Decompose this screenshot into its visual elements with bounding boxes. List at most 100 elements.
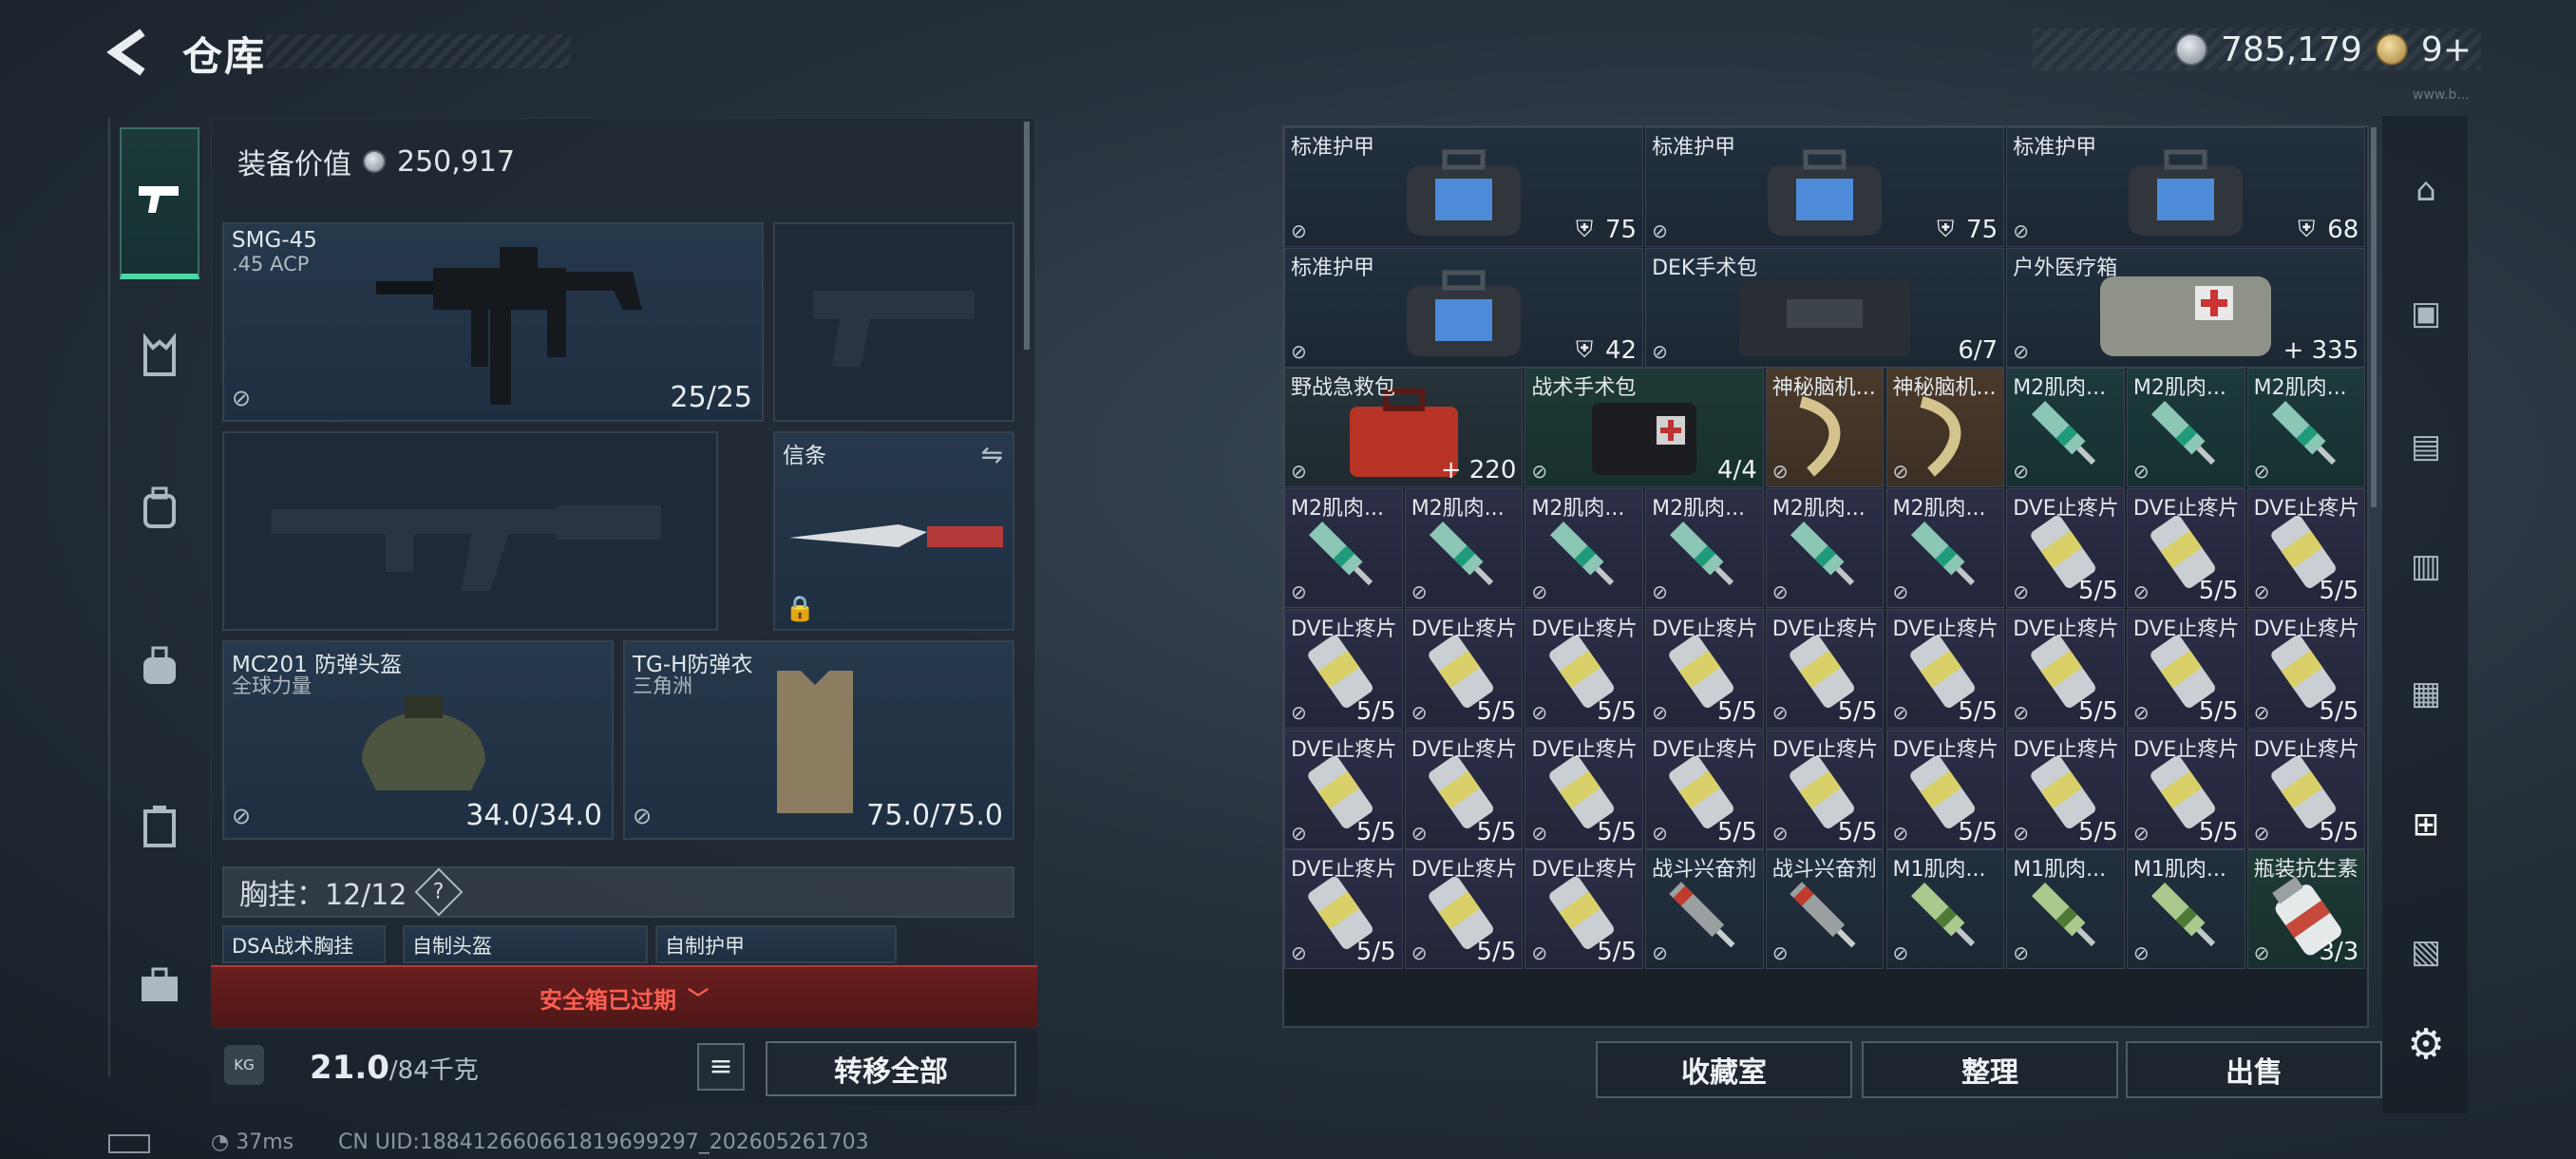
list-view-button[interactable]: ≡ (697, 1043, 745, 1091)
safebox-expired-banner[interactable]: 安全箱已过期 ﹀ (211, 965, 1037, 1028)
stash-tab-all-icon[interactable]: ⌂ (2397, 162, 2454, 218)
transfer-all-button[interactable]: 转移全部 (766, 1041, 1016, 1096)
stash-item[interactable]: DVE止疼片 ⊘ 5/5 (1404, 849, 1524, 970)
stash-item[interactable]: 标准护甲 ⊘ 68 ⛨ (2006, 127, 2366, 247)
item-name: 标准护甲 (1291, 256, 1375, 280)
collection-room-button[interactable]: 收藏室 (1596, 1041, 1852, 1098)
case-icon[interactable] (129, 802, 190, 863)
ticket-count[interactable]: 9+ (2421, 30, 2472, 69)
stash-item[interactable]: DVE止疼片 ⊘ 5/5 (2006, 729, 2125, 849)
organize-button[interactable]: 整理 (1862, 1041, 2118, 1098)
stash-item[interactable]: M1肌肉... ⊘ (2126, 849, 2245, 970)
bag-icon[interactable] (129, 642, 190, 703)
stash-item[interactable]: DVE止疼片 ⊘ 5/5 (2126, 488, 2245, 609)
sidearm-slot[interactable] (773, 222, 1014, 422)
stash-item[interactable]: M2肌肉... ⊘ (1645, 488, 1764, 609)
stash-item[interactable]: DVE止疼片 ⊘ 5/5 (1525, 729, 1644, 849)
sell-button[interactable]: 出售 (2126, 1041, 2382, 1098)
stash-item[interactable]: DVE止疼片 ⊘ 5/5 (2126, 608, 2245, 729)
unlocked-icon: ⊘ (1652, 339, 1668, 363)
stash-item[interactable]: DVE止疼片 ⊘ 5/5 (1404, 729, 1524, 849)
stash-tab-locked-icon[interactable]: ▧ (2397, 923, 2454, 980)
stash-item[interactable]: 标准护甲 ⊘ 75 ⛨ (1284, 127, 1644, 247)
stash-item[interactable]: DVE止疼片 ⊘ 5/5 (1765, 729, 1885, 849)
chest-rig-row[interactable]: 胸挂：12/12 ? (222, 866, 1014, 918)
stash-item[interactable]: DVE止疼片 ⊘ 5/5 (2246, 488, 2366, 609)
helmet-slot[interactable]: MC201 防弹头盔 全球力量 ⊘ 34.0/34.0 (222, 640, 614, 840)
settings-gear-icon[interactable]: ⚙ (2397, 1016, 2454, 1074)
stash-item[interactable]: DVE止疼片 ⊘ 5/5 (1525, 849, 1644, 970)
body-armor-icon (777, 671, 853, 813)
toolbox-icon[interactable] (129, 961, 190, 1022)
stash-tab-iii-icon[interactable]: ▤ (2397, 418, 2454, 475)
stash-item[interactable]: M2肌肉... ⊘ (1765, 488, 1885, 609)
secondary-weapon-slot[interactable] (222, 431, 718, 631)
help-icon[interactable]: ? (415, 867, 464, 917)
stash-tab-iii2-icon[interactable]: ▥ (2397, 538, 2454, 595)
stash-item[interactable]: 战斗兴奋剂 ⊘ (1645, 849, 1764, 970)
gun-icon[interactable] (129, 173, 190, 234)
stash-item[interactable]: DVE止疼片 ⊘ 5/5 (1645, 608, 1764, 729)
stash-item[interactable]: DVE止疼片 ⊘ 5/5 (2006, 488, 2125, 609)
item-name: M2肌肉... (1652, 497, 1746, 522)
stash-item[interactable]: M1肌肉... ⊘ (1885, 849, 2005, 970)
stash-tab-iv-icon[interactable]: ▦ (2397, 665, 2454, 722)
stash-item[interactable]: DVE止疼片 ⊘ 5/5 (2006, 608, 2125, 729)
stash-item[interactable]: DVE止疼片 ⊘ 5/5 (1284, 608, 1403, 729)
stash-tab-add-icon[interactable]: ⊞ (2397, 796, 2454, 853)
stash-item[interactable]: 神秘脑机... ⊘ (1885, 368, 2005, 488)
stash-item[interactable]: DVE止疼片 ⊘ 5/5 (1284, 849, 1403, 970)
armor-slot[interactable]: TG-H防弹衣 三角洲 ⊘ 75.0/75.0 (623, 640, 1014, 840)
stash-item[interactable]: M2肌肉... ⊘ (2126, 368, 2245, 488)
stash-item[interactable]: DVE止疼片 ⊘ 5/5 (1284, 729, 1403, 849)
stash-item[interactable]: M2肌肉... ⊘ (2246, 368, 2366, 488)
primary-weapon-name: SMG-45 (232, 228, 317, 253)
stash-item[interactable]: DVE止疼片 ⊘ 5/5 (1885, 729, 2005, 849)
stash-item[interactable]: 户外医疗箱 ⊘ + 335 (2006, 247, 2366, 368)
stash-item[interactable]: 神秘脑机... ⊘ (1765, 368, 1885, 488)
vest-icon[interactable] (129, 332, 190, 393)
stash-item[interactable]: DVE止疼片 ⊘ 5/5 (1404, 608, 1524, 729)
swap-icon[interactable]: ⇋ (981, 439, 1003, 470)
stash-item[interactable]: M2肌肉... ⊘ (1284, 488, 1403, 609)
stash-item[interactable]: DEK手术包 ⊘ 6/7 (1645, 247, 2005, 368)
stash-item[interactable]: DVE止疼片 ⊘ 5/5 (1525, 608, 1644, 729)
item-count: 5/5 (1716, 696, 1757, 726)
stash-tab-v-icon[interactable]: ▣ (2397, 285, 2454, 342)
item-count: 5/5 (1716, 817, 1757, 846)
stash-item[interactable]: 瓶装抗生素 ⊘ 3/3 (2246, 849, 2366, 970)
stash-item[interactable]: DVE止疼片 ⊘ 5/5 (2246, 729, 2366, 849)
backpack-icon[interactable] (129, 484, 190, 545)
help-glyph: ? (433, 880, 445, 904)
stash-item[interactable]: DVE止疼片 ⊘ 5/5 (1765, 608, 1885, 729)
stash-item[interactable]: M2肌肉... ⊘ (1885, 488, 2005, 609)
stash-item[interactable]: M2肌肉... ⊘ (1404, 488, 1524, 609)
stash-item[interactable]: M2肌肉... ⊘ (1525, 488, 1644, 609)
item-name: DVE止疼片 (1892, 737, 1999, 762)
stash-item[interactable]: DVE止疼片 ⊘ 5/5 (1885, 608, 2005, 729)
stash-item[interactable]: 标准护甲 ⊘ 75 ⛨ (1645, 127, 2005, 247)
stash-item[interactable]: DVE止疼片 ⊘ 5/5 (2126, 729, 2245, 849)
item-name: M2肌肉... (1531, 497, 1625, 522)
mini-slot-armor[interactable]: 自制护甲 (655, 925, 897, 963)
mini-slot-chest[interactable]: DSA战术胸挂 (222, 925, 386, 963)
melee-slot[interactable]: 信条 ⇋ 🔒 (773, 431, 1014, 631)
stash-item[interactable]: DVE止疼片 ⊘ 5/5 (1645, 729, 1764, 849)
stash-item[interactable]: 标准护甲 ⊘ 42 ⛨ (1284, 247, 1644, 368)
stash-item[interactable]: DVE止疼片 ⊘ 5/5 (2246, 608, 2366, 729)
loadout-scrollbar[interactable] (1024, 122, 1030, 350)
primary-weapon-slot[interactable]: SMG-45 .45 ACP ⊘ 25/25 (222, 222, 764, 422)
stash-item[interactable]: M1肌肉... ⊘ (2006, 849, 2125, 970)
item-name: DVE止疼片 (2013, 737, 2119, 762)
back-button[interactable] (104, 27, 156, 78)
stash-item[interactable]: 野战急救包 ⊘ + 220 (1284, 368, 1524, 488)
weight-current: 21.0 (310, 1049, 389, 1087)
mini-slot-helmet[interactable]: 自制头盔 (403, 925, 648, 963)
item-count: 5/5 (2198, 696, 2239, 726)
item-count: 4/4 (1716, 456, 1757, 485)
stash-item[interactable]: M2肌肉... ⊘ (2006, 368, 2125, 488)
stash-scrollbar[interactable] (2371, 127, 2377, 507)
stash-item[interactable]: 战斗兴奋剂 ⊘ (1765, 849, 1885, 970)
stash-item[interactable]: 战术手术包 ⊘ 4/4 (1525, 368, 1764, 488)
item-name: DVE止疼片 (1291, 617, 1397, 641)
